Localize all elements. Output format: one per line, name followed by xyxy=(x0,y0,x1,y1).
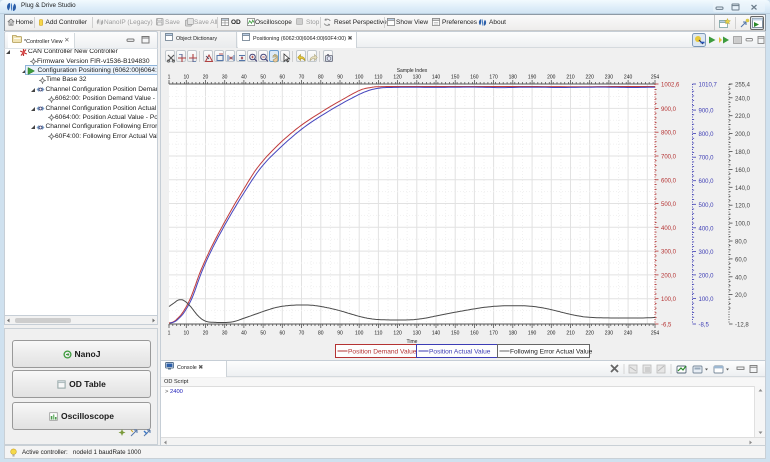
svg-text:210: 210 xyxy=(566,75,575,81)
svg-text:Sample Index: Sample Index xyxy=(397,68,428,74)
svg-text:40: 40 xyxy=(241,75,247,81)
svg-text:20: 20 xyxy=(203,75,209,81)
svg-text:100: 100 xyxy=(355,331,364,337)
svg-text:200,0: 200,0 xyxy=(735,132,751,138)
svg-text:110: 110 xyxy=(374,331,382,337)
svg-text:90: 90 xyxy=(337,75,343,81)
svg-text:600,0: 600,0 xyxy=(699,179,715,185)
svg-text:160,0: 160,0 xyxy=(735,168,751,174)
svg-text:130: 130 xyxy=(413,75,422,81)
svg-text:900,0: 900,0 xyxy=(699,109,715,115)
svg-text:-8,5: -8,5 xyxy=(699,323,710,329)
svg-text:254: 254 xyxy=(651,75,660,81)
svg-text:30: 30 xyxy=(222,75,228,81)
svg-text:170: 170 xyxy=(489,75,498,81)
svg-text:1010,7: 1010,7 xyxy=(699,83,718,89)
svg-text:40,0: 40,0 xyxy=(735,275,747,281)
svg-text:20,0: 20,0 xyxy=(735,293,747,299)
svg-text:170: 170 xyxy=(489,331,498,337)
svg-text:200,0: 200,0 xyxy=(699,273,715,279)
svg-text:70: 70 xyxy=(299,331,305,337)
svg-text:100,0: 100,0 xyxy=(661,297,677,303)
svg-text:160: 160 xyxy=(470,75,479,81)
svg-text:230: 230 xyxy=(605,75,614,81)
svg-text:1: 1 xyxy=(168,331,171,337)
svg-text:800,0: 800,0 xyxy=(699,132,715,138)
svg-text:255,4: 255,4 xyxy=(735,83,751,89)
svg-text:40: 40 xyxy=(241,331,247,337)
svg-text:180: 180 xyxy=(509,75,518,81)
svg-text:60: 60 xyxy=(280,331,286,337)
svg-text:220,0: 220,0 xyxy=(735,114,751,120)
svg-text:200,0: 200,0 xyxy=(661,273,677,279)
svg-text:254: 254 xyxy=(651,331,660,337)
svg-text:400,0: 400,0 xyxy=(699,226,715,232)
svg-text:80,0: 80,0 xyxy=(735,240,747,246)
svg-text:30: 30 xyxy=(222,331,228,337)
svg-text:80: 80 xyxy=(318,75,324,81)
svg-text:90: 90 xyxy=(337,331,343,337)
svg-text:Following Error Actual Value: Following Error Actual Value xyxy=(510,349,593,356)
svg-text:900,0: 900,0 xyxy=(661,107,677,113)
svg-text:200: 200 xyxy=(547,75,556,81)
svg-text:1002,6: 1002,6 xyxy=(661,83,680,89)
svg-text:150: 150 xyxy=(451,331,460,337)
svg-text:190: 190 xyxy=(528,331,537,337)
svg-text:500,0: 500,0 xyxy=(699,203,715,209)
svg-text:50: 50 xyxy=(260,75,266,81)
svg-text:10: 10 xyxy=(184,331,190,337)
svg-text:120: 120 xyxy=(393,75,402,81)
svg-text:Position Actual Value: Position Actual Value xyxy=(429,349,491,356)
svg-text:20: 20 xyxy=(203,331,209,337)
svg-text:100,0: 100,0 xyxy=(699,297,715,303)
svg-text:230: 230 xyxy=(605,331,614,337)
svg-text:130: 130 xyxy=(413,331,422,337)
svg-text:700,0: 700,0 xyxy=(699,156,715,162)
svg-text:200: 200 xyxy=(547,331,556,337)
svg-text:120,0: 120,0 xyxy=(735,204,751,210)
svg-text:180: 180 xyxy=(509,331,518,337)
svg-text:160: 160 xyxy=(470,331,479,337)
svg-text:600,0: 600,0 xyxy=(661,178,677,184)
svg-text:240: 240 xyxy=(624,331,633,337)
svg-text:140: 140 xyxy=(432,331,441,337)
svg-text:300,0: 300,0 xyxy=(661,250,677,256)
svg-text:220: 220 xyxy=(586,75,595,81)
svg-text:700,0: 700,0 xyxy=(661,155,677,161)
svg-text:60: 60 xyxy=(280,75,286,81)
svg-text:800,0: 800,0 xyxy=(661,131,677,137)
svg-text:240,0: 240,0 xyxy=(735,96,751,102)
svg-text:140,0: 140,0 xyxy=(735,186,751,192)
svg-text:190: 190 xyxy=(528,75,537,81)
svg-text:500,0: 500,0 xyxy=(661,202,677,208)
svg-text:10: 10 xyxy=(184,75,190,81)
svg-text:300,0: 300,0 xyxy=(699,250,715,256)
svg-text:Position Demand Value: Position Demand Value xyxy=(348,349,417,356)
svg-text:70: 70 xyxy=(299,75,305,81)
svg-text:110: 110 xyxy=(374,75,382,81)
svg-text:-12,8: -12,8 xyxy=(735,323,749,329)
svg-text:100,0: 100,0 xyxy=(735,222,751,228)
svg-text:60,0: 60,0 xyxy=(735,257,747,263)
svg-text:100: 100 xyxy=(355,75,364,81)
svg-text:220: 220 xyxy=(586,331,595,337)
svg-text:150: 150 xyxy=(451,75,460,81)
svg-text:80: 80 xyxy=(318,331,324,337)
svg-text:-6,5: -6,5 xyxy=(661,323,672,329)
svg-text:1: 1 xyxy=(168,75,171,81)
svg-text:120: 120 xyxy=(393,331,402,337)
svg-text:180,0: 180,0 xyxy=(735,150,751,156)
svg-text:210: 210 xyxy=(566,331,575,337)
svg-text:140: 140 xyxy=(432,75,441,81)
svg-text:240: 240 xyxy=(624,75,633,81)
svg-text:50: 50 xyxy=(260,331,266,337)
svg-text:400,0: 400,0 xyxy=(661,226,677,232)
